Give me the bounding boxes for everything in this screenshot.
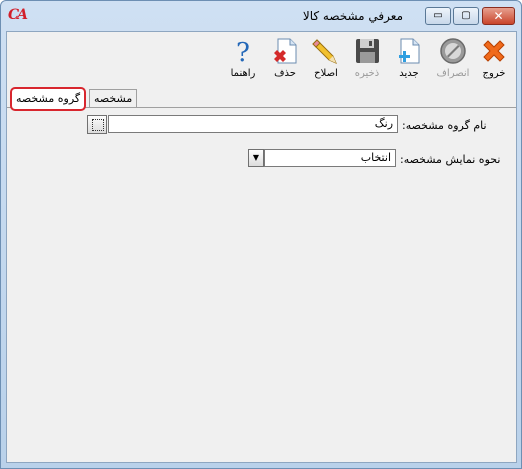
cancel-label: انصراف xyxy=(436,68,470,79)
save-button[interactable]: ذخيره xyxy=(350,36,384,79)
new-label: جديد xyxy=(399,68,419,79)
save-label: ذخيره xyxy=(354,68,380,79)
delete-document-icon xyxy=(274,38,297,64)
tab-strip: گروه مشخصه مشخصه xyxy=(7,87,516,111)
maximize-icon: ▢ xyxy=(461,10,471,21)
display-mode-dropdown-button[interactable]: ▼ xyxy=(248,149,264,167)
maximize-button[interactable]: ▢ xyxy=(453,7,479,25)
display-mode-select[interactable]: انتخاب xyxy=(264,149,396,167)
window-title: معرفي مشخصه کالا xyxy=(302,9,403,23)
lookup-button[interactable] xyxy=(87,115,107,134)
close-button[interactable]: ✕ xyxy=(482,7,515,25)
client-area: خروج انصراف جديد ذخيره اصلاح حذف ? راهنم… xyxy=(6,31,517,463)
tab-property-group[interactable]: گروه مشخصه xyxy=(10,87,87,111)
delete-button[interactable]: حذف xyxy=(268,36,302,79)
cancel-circle-icon xyxy=(440,38,466,64)
group-name-input[interactable]: رنگ xyxy=(108,115,398,133)
exit-button[interactable]: خروج xyxy=(477,36,511,79)
exit-label: خروج xyxy=(482,68,506,79)
help-question-icon: ? xyxy=(236,38,250,66)
edit-label: اصلاح xyxy=(314,68,338,79)
toolbar: خروج انصراف جديد ذخيره اصلاح حذف ? راهنم… xyxy=(7,32,516,86)
tab-property[interactable]: مشخصه xyxy=(89,89,138,107)
help-button[interactable]: ? راهنما xyxy=(226,36,260,79)
edit-button[interactable]: اصلاح xyxy=(309,36,343,79)
app-logo-icon: CA xyxy=(8,7,28,23)
cancel-button[interactable]: انصراف xyxy=(436,36,470,79)
window: CA معرفي مشخصه کالا ▭ ▢ ✕ خروج انصراف جد… xyxy=(0,0,522,469)
group-name-label: نام گروه مشخصه: xyxy=(402,119,487,132)
exit-x-icon xyxy=(483,40,505,62)
minimize-icon: ▭ xyxy=(433,10,443,21)
svg-text:?: ? xyxy=(236,38,250,66)
minimize-button[interactable]: ▭ xyxy=(425,7,451,25)
new-document-icon xyxy=(399,38,420,64)
chevron-down-icon: ▼ xyxy=(252,153,260,162)
close-icon: ✕ xyxy=(493,9,504,23)
new-button[interactable]: جديد xyxy=(392,36,426,79)
lookup-icon xyxy=(92,119,104,131)
save-floppy-icon xyxy=(356,39,379,63)
help-label: راهنما xyxy=(230,68,256,79)
edit-pencil-icon xyxy=(312,39,337,64)
display-mode-label: نحوه نمايش مشخصه: xyxy=(400,153,501,166)
title-bar: CA معرفي مشخصه کالا ▭ ▢ ✕ xyxy=(1,1,521,31)
delete-label: حذف xyxy=(274,68,296,79)
